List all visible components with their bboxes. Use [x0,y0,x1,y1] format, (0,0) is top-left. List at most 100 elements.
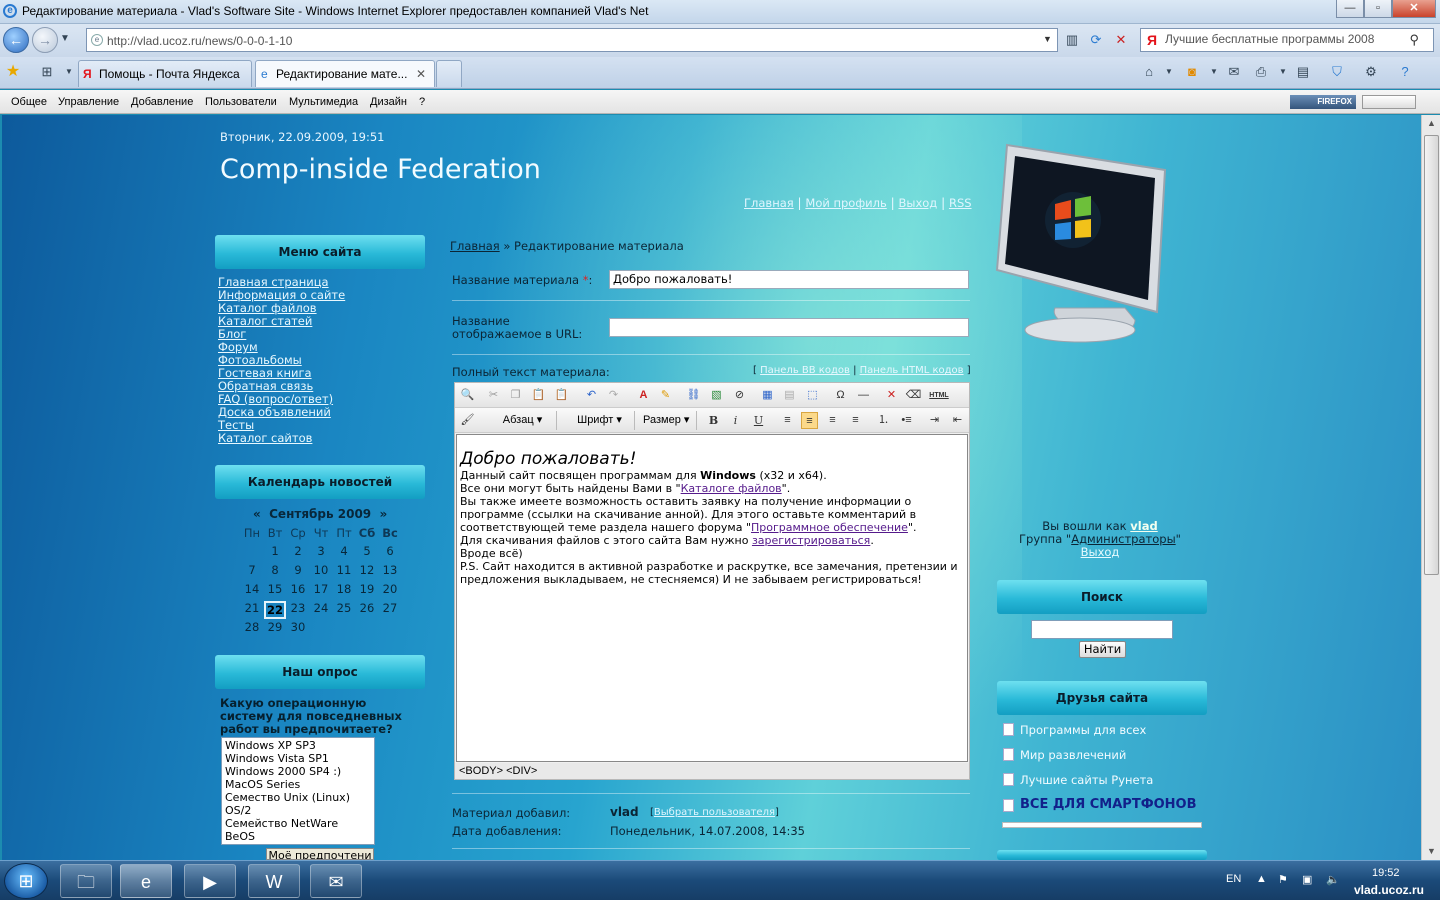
table-edit-icon[interactable]: ▤ [781,387,798,404]
back-button[interactable]: ← [3,27,29,53]
poll-option[interactable]: Windows 2000 SP4 :) [225,765,371,778]
menu-link-feedback[interactable]: Обратная связь [218,379,313,393]
remove-format-icon[interactable]: ✕ [883,387,900,404]
software-forum-link[interactable]: Программное обеспечение [751,521,908,534]
scroll-thumb[interactable] [1424,135,1439,575]
indent-icon[interactable]: ⇥ [926,412,943,429]
format-painter-icon[interactable]: 🖌 [459,412,476,429]
ucoz-menu-design[interactable]: Дизайн [370,96,407,108]
menu-link-board[interactable]: Доска объявлений [218,405,331,419]
show-hidden-icons[interactable]: ▲ [1256,873,1267,885]
nav-profile-link[interactable]: Мой профиль [805,196,886,210]
history-dropdown-icon[interactable]: ▼ [60,33,70,44]
menu-link-files[interactable]: Каталог файлов [218,301,317,315]
highlight-icon[interactable]: ✎ [657,387,674,404]
tab-list-dropdown-icon[interactable]: ▼ [60,63,78,81]
register-link[interactable]: зарегистрироваться [752,534,870,547]
underline-icon[interactable]: U [750,412,767,429]
help-icon[interactable]: ? [1396,63,1414,81]
link-icon[interactable]: ⛓ [685,387,702,404]
clock[interactable]: 19:52 [1372,867,1400,879]
horizontal-rule-icon[interactable]: — [855,387,872,404]
page-menu-icon[interactable]: ▤ [1294,63,1312,81]
poll-option[interactable]: OS/2 [225,804,371,817]
material-name-input[interactable]: Добро пожаловать! [609,270,969,289]
firefox-badge[interactable]: FIREFOX [1290,95,1356,109]
new-tab-button[interactable] [436,60,462,87]
preview-icon[interactable]: 🔍 [459,387,476,404]
calendar-next-button[interactable]: » [380,507,388,521]
align-justify-icon[interactable]: ≡ [847,412,864,429]
choose-user-link[interactable]: Выбрать пользователя [654,807,775,818]
minimize-button[interactable]: — [1336,0,1364,18]
ie-taskbar-icon[interactable]: e [120,864,172,898]
ucoz-menu-manage[interactable]: Управление [58,96,119,108]
ucoz-slider[interactable] [1362,95,1416,109]
italic-icon[interactable]: i [727,412,744,429]
group-link[interactable]: Администраторы [1071,532,1175,546]
url-dropdown-icon[interactable]: ▼ [1043,34,1052,44]
tab-edit-material[interactable]: e Редактирование мате... ✕ [255,60,435,87]
maximize-button[interactable]: ▫ [1364,0,1392,18]
logout-link[interactable]: Выход [1081,545,1120,559]
calendar-prev-button[interactable]: « [253,507,261,521]
poll-option[interactable]: Windows Vista SP1 [225,752,371,765]
poll-options-list[interactable]: Windows XP SP3 Windows Vista SP1 Windows… [221,737,375,845]
url-field[interactable]: e http://vlad.ucoz.ru/news/0-0-0-1-10 ▼ [86,28,1058,52]
url-name-input[interactable] [609,318,969,337]
tab-close-icon[interactable]: ✕ [416,67,426,81]
friend-link[interactable]: Лучшие сайты Рунета [1020,773,1153,787]
breadcrumb-home-link[interactable]: Главная [450,239,500,253]
bullet-list-icon[interactable]: •≡ [898,412,915,429]
menu-link-sites[interactable]: Каталог сайтов [218,431,312,445]
menu-link-blog[interactable]: Блог [218,327,246,341]
redo-icon[interactable]: ↷ [605,387,622,404]
bold-icon[interactable]: B [705,412,722,429]
table-icon[interactable]: ▦ [759,387,776,404]
mail-icon[interactable]: ✉ [1225,63,1243,81]
site-search-input[interactable] [1031,620,1173,639]
nav-home-link[interactable]: Главная [744,196,794,210]
friend-link[interactable]: Мир развлечений [1020,748,1126,762]
image-icon[interactable]: ▧ [708,387,725,404]
align-center-icon[interactable]: ≡ [801,412,818,429]
poll-option[interactable]: Семейство NetWare [225,817,371,830]
print-dropdown-icon[interactable]: ▼ [1274,63,1292,81]
stop-icon[interactable]: ✕ [1112,31,1130,49]
align-right-icon[interactable]: ≡ [824,412,841,429]
compatibility-icon[interactable]: ▥ [1063,31,1081,49]
home-icon[interactable]: ⌂ [1140,63,1158,81]
tab-yandex-mail[interactable]: Я Помощь - Почта Яндекса [78,60,252,87]
poll-option[interactable]: Семество Unix (Linux) [225,791,371,804]
explorer-taskbar-icon[interactable]: 🗀 [60,864,112,898]
ucoz-menu-help[interactable]: ? [419,96,425,108]
search-submit-button[interactable]: Найти [1079,641,1126,658]
anchor-icon[interactable]: ⊘ [731,387,748,404]
scroll-up-icon[interactable]: ▲ [1422,115,1440,132]
menu-link-about[interactable]: Информация о сайте [218,288,345,302]
eraser-icon[interactable]: ⌫ [905,387,922,404]
username-link[interactable]: vlad [1130,519,1157,533]
poll-option[interactable]: BeOS [225,830,371,843]
ucoz-menu-general[interactable]: Общее [11,96,47,108]
menu-link-faq[interactable]: FAQ (вопрос/ответ) [218,392,333,406]
font-select[interactable]: Шрифт ▾ [561,411,635,430]
close-window-button[interactable]: ✕ [1392,0,1436,18]
vertical-scrollbar[interactable]: ▲ ▼ [1421,115,1440,860]
menu-link-photos[interactable]: Фотоальбомы [218,353,302,367]
safety-icon[interactable]: ⛉ [1328,63,1346,81]
menu-link-forum[interactable]: Форум [218,340,258,354]
special-char-icon[interactable]: Ω [832,387,849,404]
search-icon[interactable]: ⚲ [1409,32,1419,48]
html-source-button[interactable]: HTML [927,387,951,404]
scroll-down-icon[interactable]: ▼ [1422,843,1440,860]
network-icon[interactable]: ▣ [1302,873,1312,886]
word-taskbar-icon[interactable]: W [248,864,300,898]
action-center-flag-icon[interactable]: ⚑ [1278,873,1288,886]
size-select[interactable]: Размер ▾ [639,411,697,430]
ucoz-menu-users[interactable]: Пользователи [205,96,277,108]
paste-word-icon[interactable]: 📋 [553,387,570,404]
numbered-list-icon[interactable]: ⒈ [875,412,892,429]
volume-icon[interactable]: 🔈 [1326,873,1340,886]
nav-rss-link[interactable]: RSS [949,196,972,210]
